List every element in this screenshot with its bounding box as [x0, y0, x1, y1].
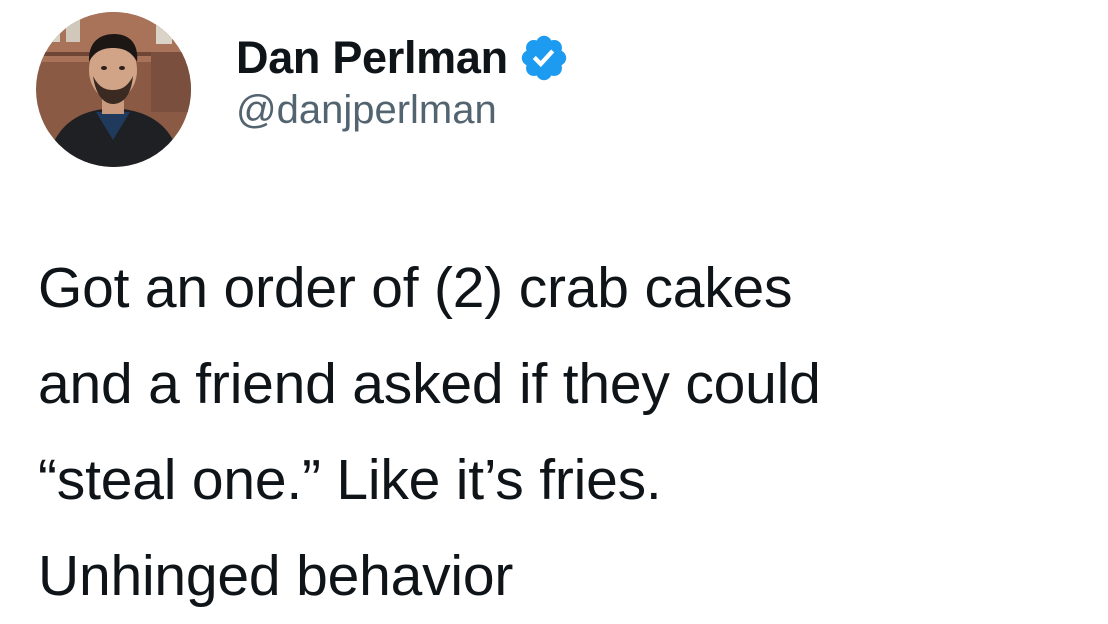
author-block: Dan Perlman @danjperlman — [236, 30, 570, 133]
tweet-text-line: and a friend asked if they could — [38, 352, 821, 416]
tweet-text-line: “steal one.” Like it’s fries. — [38, 448, 662, 512]
user-handle[interactable]: @danjperlman — [236, 88, 570, 133]
name-row: Dan Perlman — [236, 30, 570, 86]
tweet-text-line: Unhinged behavior — [38, 544, 514, 608]
display-name[interactable]: Dan Perlman — [236, 32, 508, 84]
avatar[interactable] — [36, 12, 191, 167]
avatar-photo — [36, 12, 191, 167]
tweet-text-line: Got an order of (2) crab cakes — [38, 256, 793, 320]
tweet-text: Got an order of (2) crab cakes and a fri… — [38, 240, 1098, 624]
tweet-card: Dan Perlman @danjperlman Got an order of… — [0, 0, 1108, 623]
verified-badge-icon — [518, 32, 570, 84]
